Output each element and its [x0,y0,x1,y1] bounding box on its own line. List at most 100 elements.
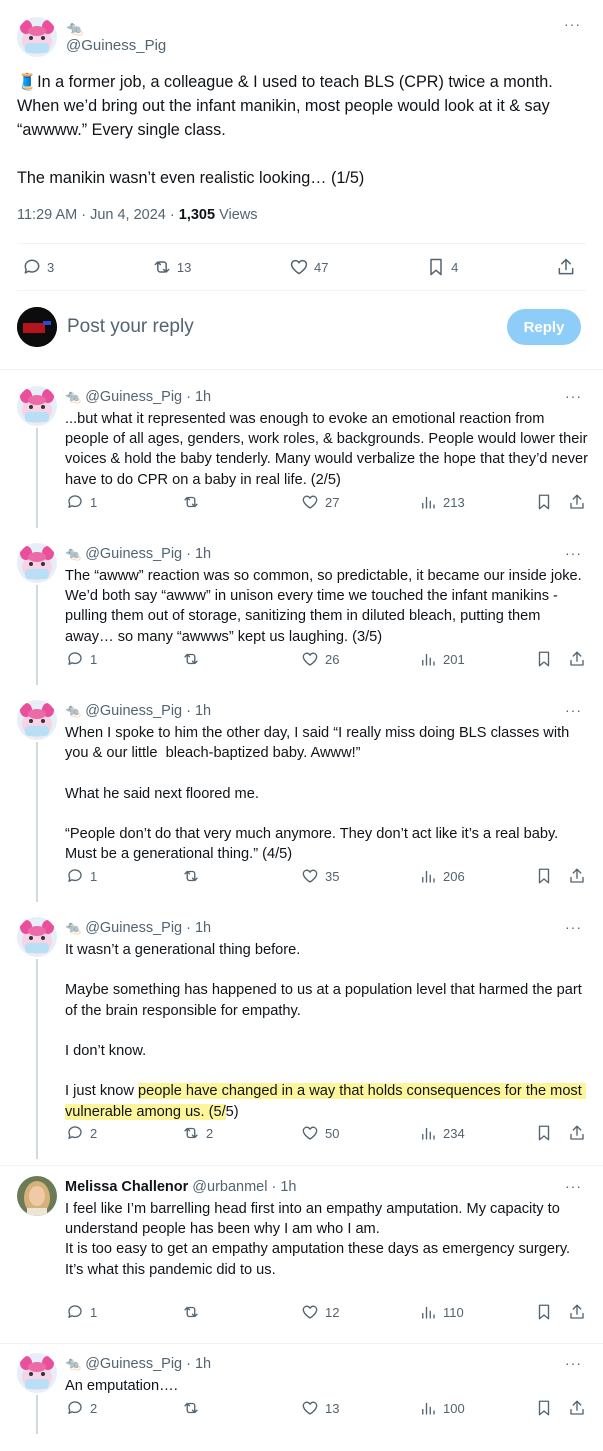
share-action[interactable] [568,1124,586,1142]
repost-action[interactable] [182,867,200,885]
reply-time[interactable]: · 1h [186,702,211,720]
display-name-emoji[interactable]: 🐀 [65,1355,81,1373]
heart-action[interactable]: 12 [301,1303,339,1321]
reply-action[interactable]: 2 [66,1399,97,1417]
reply-handle[interactable]: @Guiness_Pig [85,1355,182,1373]
more-icon[interactable]: ··· [565,919,582,935]
reply-icon [68,869,82,882]
share-icon [570,868,584,883]
reply-text: It wasn’t a generational thing before. M… [65,942,586,1120]
reply-avatar[interactable] [17,1176,57,1216]
reply-avatar[interactable] [17,700,57,740]
reply-text: When I spoke to him the other day, I sai… [65,725,570,863]
reply-action[interactable]: 3 [22,257,54,277]
reply-avatar[interactable] [17,386,57,426]
heart-action[interactable]: 50 [301,1124,339,1142]
reply-time[interactable]: · 1h [186,388,211,406]
bookmark-action[interactable] [535,493,553,511]
reply-time[interactable]: · 1h [186,919,211,937]
views-label: Views [215,207,258,223]
reply-text: I feel like I’m barrelling head first in… [65,1201,571,1278]
reply-avatar[interactable] [17,1353,57,1393]
reply-action[interactable]: 2 [66,1124,97,1142]
views-action[interactable]: 206 [419,867,465,885]
reply-time[interactable]: · 1h [186,545,211,563]
like-action[interactable]: 47 [289,257,328,277]
reply-input[interactable]: Post your reply [67,316,507,338]
reply-card[interactable]: 🐀 @Guiness_Pig · 1h ··· The “awww” reaction … [17,535,586,689]
display-name[interactable]: Melissa Challenor [65,1178,188,1196]
share-action[interactable] [568,650,586,668]
reply-card[interactable]: 🐀 @Guiness_Pig · 1h ··· An emputation…. 2 13 10… [17,1345,586,1438]
reply-card[interactable]: Melissa Challenor @urbanmel · 1h ··· I feel … [17,1168,586,1342]
reply-card[interactable]: 🐀 @Guiness_Pig · 1h ··· It wasn’t a generati… [17,909,586,1163]
more-icon[interactable]: ··· [565,388,582,404]
author-names: 🐀 @Guiness_Pig [66,18,166,56]
more-icon[interactable]: ··· [565,545,582,561]
heart-action[interactable]: 27 [301,493,339,511]
author-display-name[interactable]: 🐀 [66,18,166,36]
views-action[interactable]: 234 [419,1124,465,1142]
reply-action[interactable]: 1 [66,650,97,668]
share-action[interactable] [556,257,576,277]
more-icon[interactable]: ··· [565,1355,582,1371]
display-name-emoji[interactable]: 🐀 [65,545,81,563]
heart-action[interactable]: 35 [301,867,339,885]
reply-handle[interactable]: @Guiness_Pig [85,545,182,563]
more-icon[interactable]: ··· [564,16,581,32]
user-avatar[interactable] [17,307,57,347]
heart-action[interactable]: 13 [301,1399,339,1417]
reply-time[interactable]: · 1h [271,1178,296,1196]
reply-avatar[interactable] [17,917,57,957]
reply-handle[interactable]: @Guiness_Pig [85,919,182,937]
views-action[interactable]: 110 [419,1303,464,1321]
bookmark-action[interactable] [535,650,553,668]
bookmark-action[interactable] [535,867,553,885]
more-icon[interactable]: ··· [565,702,582,718]
more-icon[interactable]: ··· [565,1178,582,1194]
display-name-emoji[interactable]: 🐀 [65,702,81,720]
reply-avatar[interactable] [17,543,57,583]
repost-action[interactable] [182,493,200,511]
bookmark-action[interactable] [535,1124,553,1142]
reply-action[interactable]: 1 [66,867,97,885]
bookmark-action[interactable] [535,1399,553,1417]
reply-time[interactable]: · 1h [186,1355,211,1373]
views-action[interactable]: 201 [419,650,465,668]
share-action[interactable] [568,1399,586,1417]
views-action[interactable]: 213 [419,493,465,511]
reply-button[interactable]: Reply [507,309,581,345]
share-action[interactable] [568,1303,586,1321]
repost-action[interactable]: 13 [152,257,191,277]
reply-handle[interactable]: @Guiness_Pig [85,388,182,406]
views-count: 201 [443,651,465,667]
repost-action[interactable] [182,1399,200,1417]
divider [0,369,603,370]
tweet-meta: 11:29 AM · Jun 4, 2024 · 1,305 Views [17,207,258,223]
reply-header: 🐀 @Guiness_Pig · 1h [65,1355,211,1373]
tweet-timestamp[interactable]: 11:29 AM · Jun 4, 2024 · [17,207,179,223]
reply-card[interactable]: 🐀 @Guiness_Pig · 1h ··· When I spoke to him … [17,692,586,906]
repost-action[interactable] [182,650,200,668]
reply-icon [68,652,82,665]
reply-action[interactable]: 1 [66,1303,97,1321]
reply-card[interactable]: 🐀 @Guiness_Pig · 1h ··· ...but what it repre… [17,378,588,532]
views-icon [422,1306,435,1319]
reply-icon [68,1126,82,1139]
repost-action[interactable] [182,1303,200,1321]
display-name-emoji[interactable]: 🐀 [65,388,81,406]
reply-handle[interactable]: @urbanmel [192,1178,267,1196]
share-action[interactable] [568,493,586,511]
repost-action[interactable]: 2 [182,1124,213,1142]
bookmark-action[interactable]: 4 [426,257,458,277]
main-tweet-text: 🧵In a former job, a colleague & I used t… [17,73,553,187]
author-handle[interactable]: @Guiness_Pig [66,37,166,54]
views-action[interactable]: 100 [419,1399,465,1417]
reply-action[interactable]: 1 [66,493,97,511]
bookmark-action[interactable] [535,1303,553,1321]
heart-action[interactable]: 26 [301,650,339,668]
author-avatar[interactable] [17,17,57,57]
reply-handle[interactable]: @Guiness_Pig [85,702,182,720]
share-action[interactable] [568,867,586,885]
display-name-emoji[interactable]: 🐀 [65,919,81,937]
